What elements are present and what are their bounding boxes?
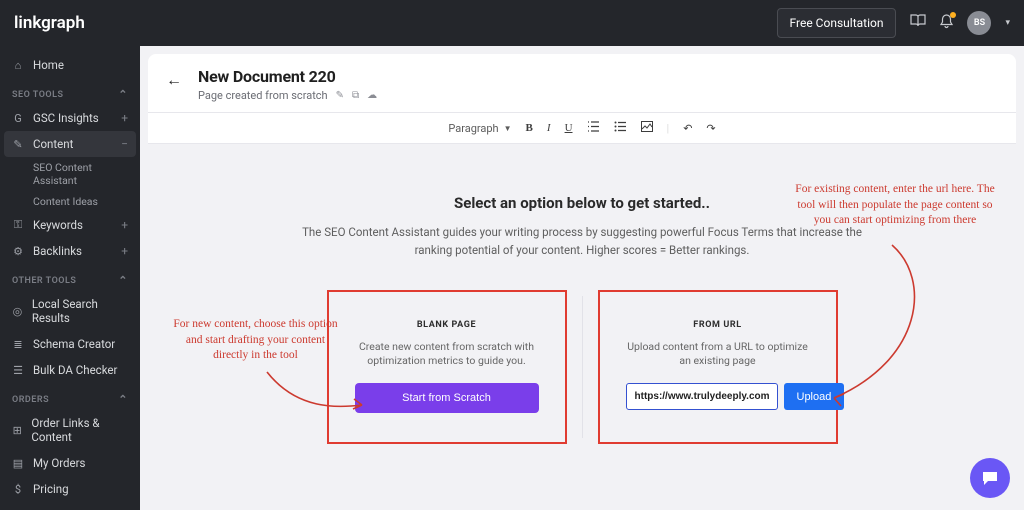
layers-icon: ☰ bbox=[12, 364, 24, 377]
sidebar-item-label: My Orders bbox=[33, 456, 85, 470]
cloud-icon[interactable]: ☁ bbox=[367, 90, 377, 101]
sidebar-item-gsc-insights[interactable]: G GSC Insights + bbox=[0, 105, 140, 131]
sidebar-item-label: GSC Insights bbox=[33, 111, 99, 125]
chevron-down-icon: ▼ bbox=[504, 124, 512, 133]
chevron-down-icon[interactable]: ▾ bbox=[1005, 18, 1010, 28]
paragraph-dropdown[interactable]: Paragraph ▼ bbox=[448, 122, 511, 135]
cart-icon: ⊞ bbox=[12, 424, 22, 437]
sidebar-item-label: Schema Creator bbox=[33, 337, 115, 351]
sidebar-item-bulk-da[interactable]: ☰ Bulk DA Checker bbox=[0, 357, 140, 383]
blank-page-card: BLANK PAGE Create new content from scrat… bbox=[327, 290, 567, 444]
sidebar-item-label: Content bbox=[33, 137, 73, 151]
chat-fab[interactable] bbox=[970, 458, 1010, 498]
sidebar-sub-seo-content-assistant[interactable]: SEO Content Assistant bbox=[0, 157, 140, 191]
annotation-left: For new content, choose this option and … bbox=[168, 317, 343, 364]
sidebar-item-label: Local Search Results bbox=[32, 297, 128, 325]
chevron-up-icon: ⌃ bbox=[118, 88, 128, 101]
edit-icon[interactable]: ✎ bbox=[336, 90, 344, 101]
sidebar-item-label: Pricing bbox=[33, 482, 69, 496]
sidebar-item-keywords[interactable]: ⚿ Keywords + bbox=[0, 212, 140, 238]
google-icon: G bbox=[12, 112, 24, 125]
start-from-scratch-button[interactable]: Start from Scratch bbox=[355, 383, 539, 413]
page-subtitle: Page created from scratch bbox=[198, 89, 328, 102]
sidebar-item-local-search[interactable]: ◎ Local Search Results bbox=[0, 291, 140, 331]
orders-icon: ▤ bbox=[12, 457, 24, 470]
underline-button[interactable]: U bbox=[565, 122, 573, 134]
unordered-list-button[interactable] bbox=[614, 121, 627, 135]
book-icon[interactable] bbox=[910, 14, 926, 32]
avatar[interactable]: BS bbox=[967, 11, 991, 35]
annotation-right: For existing content, enter the url here… bbox=[790, 182, 1000, 229]
page-header: ← New Document 220 Page created from scr… bbox=[148, 54, 1016, 113]
image-button[interactable] bbox=[641, 121, 653, 135]
undo-button[interactable]: ↶ bbox=[683, 122, 692, 135]
sidebar-item-label: Keywords bbox=[33, 218, 83, 232]
sidebar-item-order-links[interactable]: ⊞ Order Links & Content bbox=[0, 410, 140, 450]
link-icon: ⚙ bbox=[12, 245, 24, 258]
pin-icon: ◎ bbox=[12, 305, 23, 318]
plus-icon: + bbox=[121, 244, 128, 258]
upload-button[interactable]: Upload bbox=[784, 383, 845, 410]
dollar-icon: $ bbox=[12, 483, 24, 496]
sidebar-item-schema-creator[interactable]: ≣ Schema Creator bbox=[0, 331, 140, 357]
sidebar-item-label: Backlinks bbox=[33, 244, 82, 258]
card-desc-blank: Create new content from scratch with opt… bbox=[355, 340, 539, 369]
sidebar-section-orders[interactable]: ORDERS ⌃ bbox=[0, 383, 140, 410]
hero-description: The SEO Content Assistant guides your wr… bbox=[292, 224, 872, 260]
plus-icon: + bbox=[121, 111, 128, 125]
url-input[interactable] bbox=[626, 383, 778, 410]
minus-icon: − bbox=[121, 137, 128, 151]
sidebar-item-label: Bulk DA Checker bbox=[33, 363, 117, 377]
schema-icon: ≣ bbox=[12, 338, 24, 351]
sidebar-section-seo-tools[interactable]: SEO TOOLS ⌃ bbox=[0, 78, 140, 105]
back-arrow-icon[interactable]: ← bbox=[166, 67, 182, 90]
card-divider bbox=[582, 296, 583, 438]
sidebar-item-label: Home bbox=[33, 58, 64, 72]
topbar: linkgraph Free Consultation BS ▾ bbox=[0, 0, 1024, 46]
sidebar-item-my-orders[interactable]: ▤ My Orders bbox=[0, 450, 140, 476]
bold-button[interactable]: B bbox=[526, 122, 533, 134]
sidebar: ⌂ Home SEO TOOLS ⌃ G GSC Insights + ✎ Co… bbox=[0, 46, 140, 510]
ordered-list-button[interactable] bbox=[587, 121, 600, 135]
home-icon: ⌂ bbox=[12, 59, 24, 72]
main: ← New Document 220 Page created from scr… bbox=[140, 46, 1024, 510]
key-icon: ⚿ bbox=[12, 218, 24, 232]
editor-toolbar: Paragraph ▼ B I U | ↶ ↷ bbox=[148, 113, 1016, 144]
redo-button[interactable]: ↷ bbox=[706, 122, 715, 135]
card-desc-url: Upload content from a URL to optimize an… bbox=[626, 340, 810, 369]
content-icon: ✎ bbox=[12, 138, 24, 151]
card-title-blank: BLANK PAGE bbox=[355, 320, 539, 330]
free-consultation-button[interactable]: Free Consultation bbox=[777, 8, 897, 38]
logo: linkgraph bbox=[14, 13, 85, 33]
italic-button[interactable]: I bbox=[547, 122, 551, 134]
from-url-card: FROM URL Upload content from a URL to op… bbox=[598, 290, 838, 444]
card-title-url: FROM URL bbox=[626, 320, 810, 330]
chevron-up-icon: ⌃ bbox=[118, 274, 128, 287]
copy-icon[interactable]: ⧉ bbox=[352, 90, 359, 101]
notifications-icon[interactable] bbox=[940, 14, 953, 33]
sidebar-item-backlinks[interactable]: ⚙ Backlinks + bbox=[0, 238, 140, 264]
sidebar-item-content[interactable]: ✎ Content − bbox=[4, 131, 136, 157]
chevron-up-icon: ⌃ bbox=[118, 393, 128, 406]
sidebar-sub-content-ideas[interactable]: Content Ideas bbox=[0, 191, 140, 212]
sidebar-item-pricing[interactable]: $ Pricing bbox=[0, 476, 140, 502]
plus-icon: + bbox=[121, 218, 128, 232]
sidebar-item-home[interactable]: ⌂ Home bbox=[0, 46, 140, 78]
sidebar-section-other-tools[interactable]: OTHER TOOLS ⌃ bbox=[0, 264, 140, 291]
sidebar-item-label: Order Links & Content bbox=[31, 416, 128, 444]
page-title: New Document 220 bbox=[198, 67, 377, 86]
